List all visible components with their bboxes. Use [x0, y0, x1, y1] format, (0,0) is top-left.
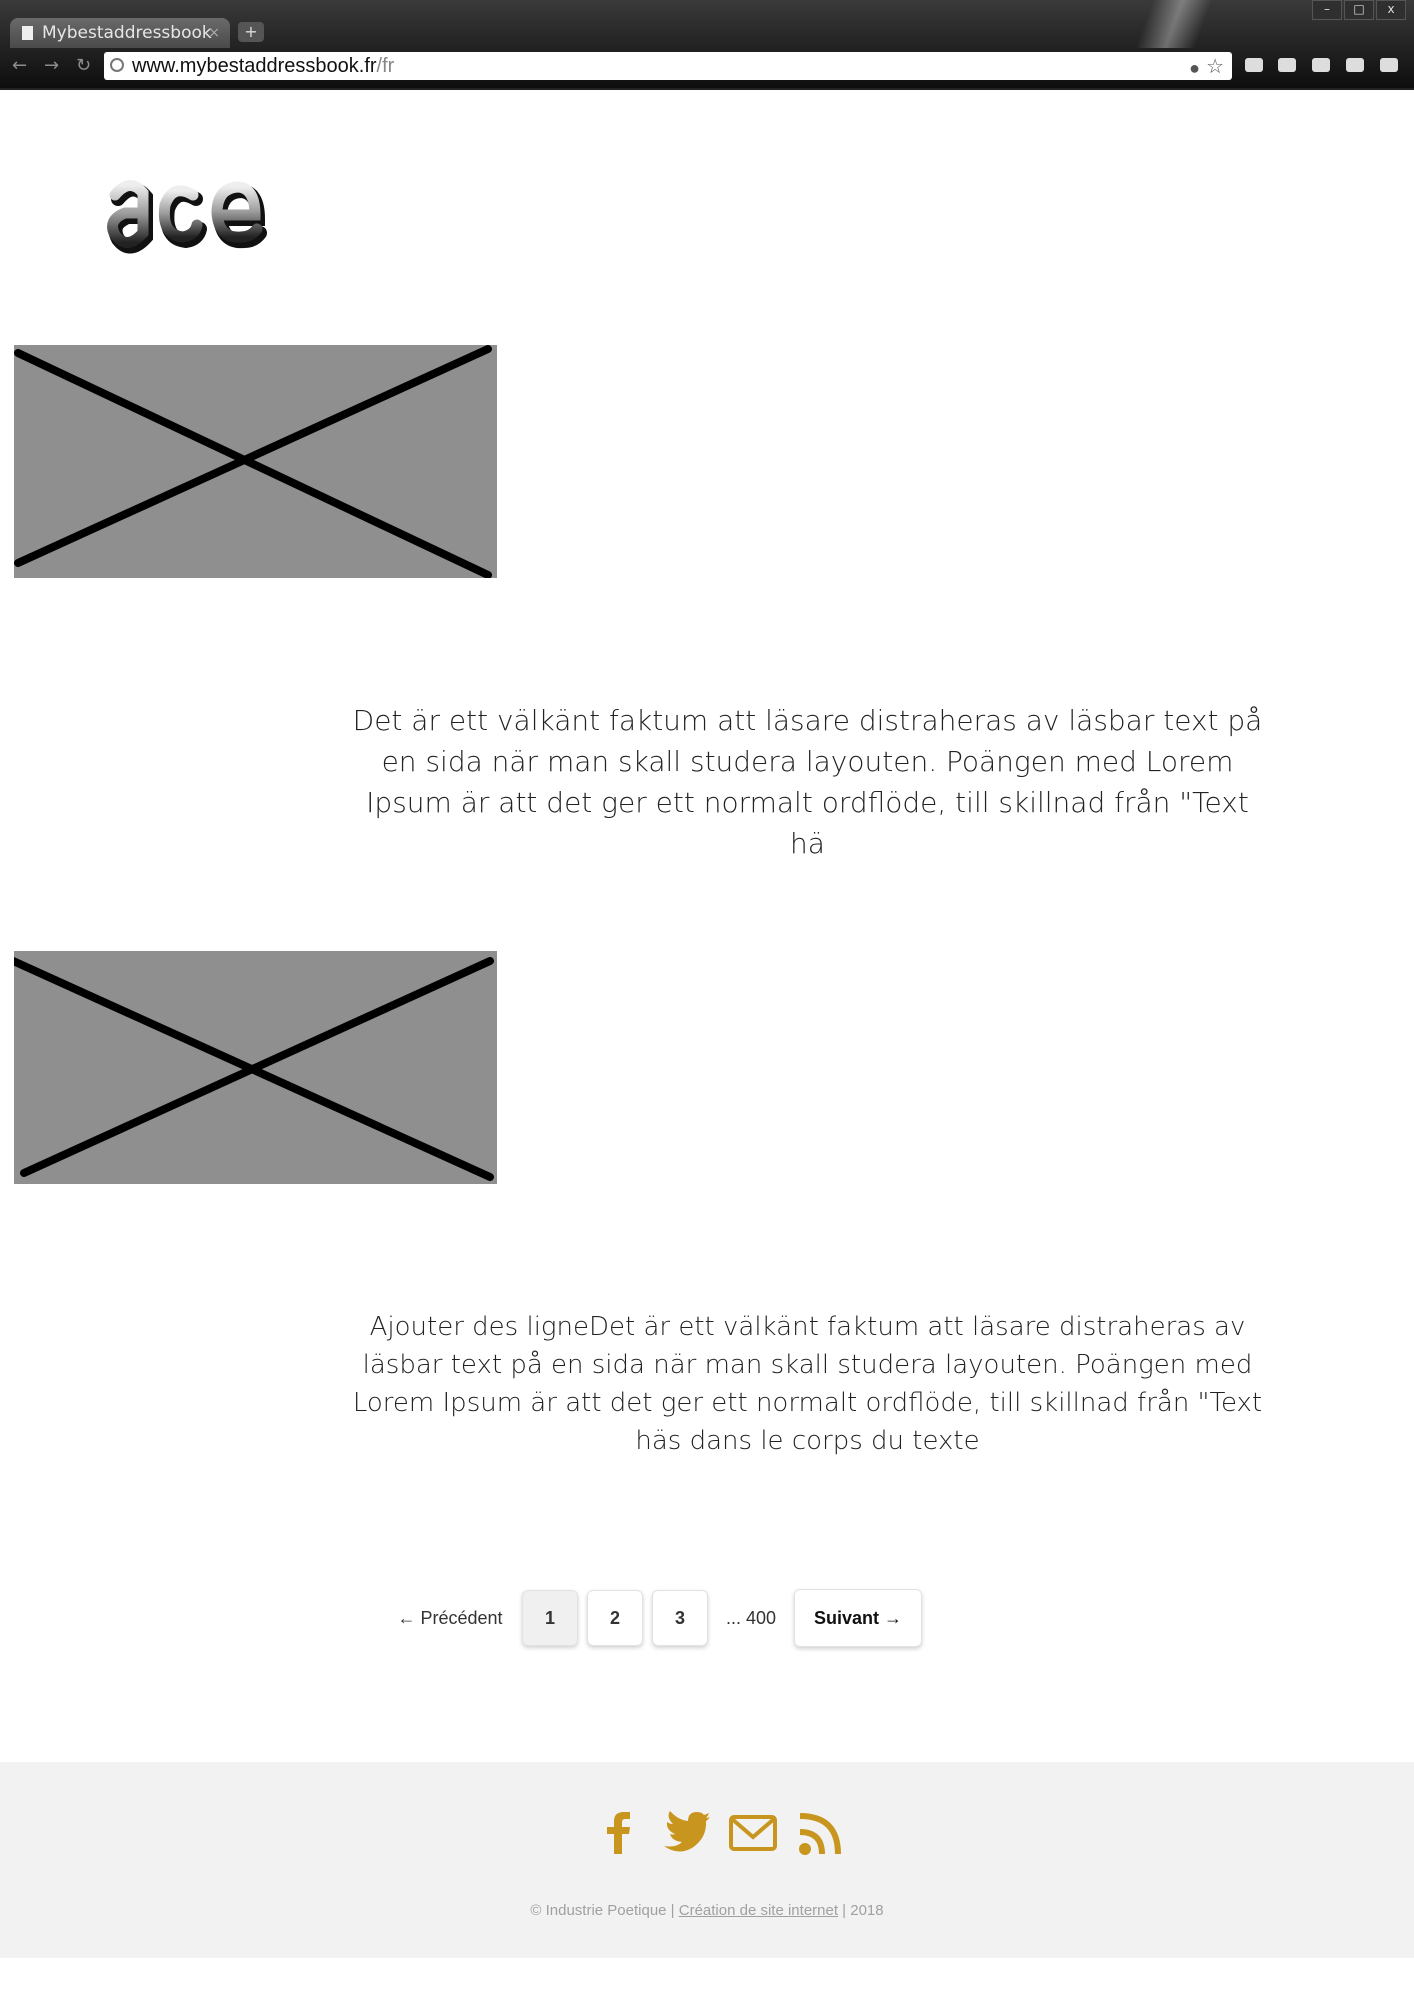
site-logo[interactable]	[105, 165, 285, 265]
social-links	[592, 1808, 864, 1858]
mail-icon[interactable]	[728, 1808, 778, 1858]
browser-chrome: Mybestaddressbook × + – □ x ← → ↻ www.my…	[0, 0, 1414, 90]
rss-icon[interactable]	[796, 1808, 846, 1858]
body-paragraph: Det är ett välkänt faktum att läsare dis…	[352, 704, 1263, 860]
extension-icon[interactable]	[1245, 58, 1263, 72]
address-bar[interactable]: www.mybestaddressbook.fr/fr ● ☆	[104, 52, 1232, 80]
bookmark-star-icon[interactable]: ☆	[1206, 53, 1224, 81]
copyright-text: © Industrie Poetique | Création de site …	[0, 1902, 1414, 1919]
extension-icon[interactable]	[1278, 58, 1296, 72]
download-icon[interactable]	[1312, 58, 1330, 72]
page-icon	[22, 26, 33, 40]
new-tab-button[interactable]: +	[238, 22, 264, 42]
copyright-year: | 2018	[838, 1902, 884, 1919]
back-icon[interactable]: ←	[12, 55, 27, 76]
footer: © Industrie Poetique | Création de site …	[0, 1762, 1414, 1958]
next-page-button[interactable]: Suivant →	[794, 1589, 922, 1647]
copyright-prefix: © Industrie Poetique |	[530, 1902, 679, 1919]
browser-tab[interactable]: Mybestaddressbook ×	[10, 18, 230, 48]
reload-icon[interactable]: ↻	[76, 55, 91, 76]
url-host: www.mybestaddressbook.fr	[132, 55, 377, 77]
placeholder-cross	[14, 345, 492, 578]
tab-close-icon[interactable]: ×	[208, 18, 220, 48]
previous-page-link[interactable]: ← Précédent	[380, 1608, 520, 1629]
twitter-icon[interactable]	[660, 1808, 710, 1858]
close-window-button[interactable]: x	[1376, 0, 1406, 20]
page-link-1[interactable]: 1	[522, 1590, 578, 1646]
body-paragraph: Ajouter des ligneDet är ett välkänt fakt…	[352, 1312, 1263, 1456]
url-path: /fr	[376, 55, 395, 77]
chrome-decoration	[1084, 0, 1264, 48]
image-placeholder	[14, 951, 497, 1184]
minimize-button[interactable]: –	[1312, 0, 1342, 20]
site-creation-link[interactable]: Création de site internet	[679, 1902, 838, 1919]
maximize-button[interactable]: □	[1344, 0, 1374, 20]
site-info-icon[interactable]	[110, 58, 124, 72]
lightbulb-icon[interactable]: ●	[1189, 54, 1200, 82]
logo-graphic	[107, 180, 267, 254]
last-page-link[interactable]: ... 400	[708, 1608, 794, 1629]
wrench-icon[interactable]	[1380, 58, 1398, 72]
window-controls: – □ x	[1310, 0, 1406, 20]
forward-icon[interactable]: →	[44, 55, 59, 76]
facebook-icon[interactable]	[592, 1808, 642, 1858]
placeholder-cross	[14, 956, 494, 1181]
page-link-2[interactable]: 2	[587, 1590, 643, 1646]
extension-icon[interactable]	[1346, 58, 1364, 72]
page-link-3[interactable]: 3	[652, 1590, 708, 1646]
pagination: ← Précédent 1 2 3 ... 400 Suivant →	[380, 1589, 922, 1647]
image-placeholder	[14, 345, 497, 578]
tab-title: Mybestaddressbook	[42, 23, 212, 43]
